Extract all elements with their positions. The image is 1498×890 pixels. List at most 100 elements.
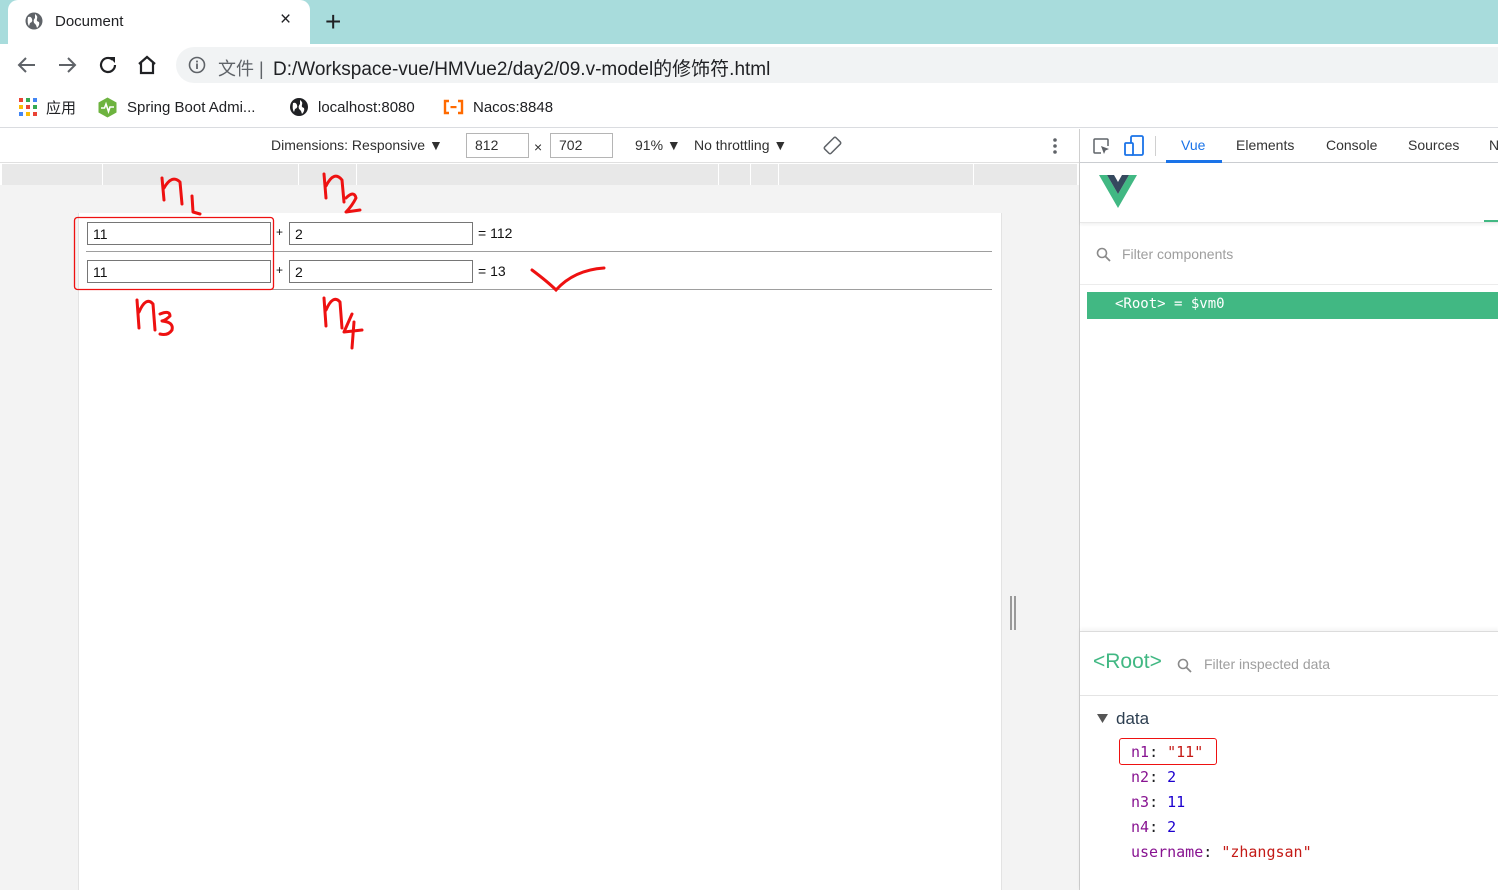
collapse-triangle-icon[interactable]: [1097, 714, 1108, 723]
zoom-select[interactable]: 91% ▼: [635, 137, 681, 153]
close-tab-icon[interactable]: ×: [280, 9, 291, 31]
bookmark-label: 应用: [46, 99, 77, 117]
tab-title: Document: [55, 13, 124, 30]
info-icon[interactable]: [188, 56, 206, 74]
property-key: n4: [1131, 818, 1150, 836]
sum-row: + = 112: [86, 214, 992, 252]
property-value-number[interactable]: 11: [1167, 793, 1185, 811]
property-value-number[interactable]: 2: [1167, 818, 1176, 836]
filter-components-placeholder: Filter components: [1122, 246, 1234, 262]
property-key: n1: [1131, 743, 1150, 761]
nacos-icon: [443, 99, 464, 115]
filter-data-placeholder[interactable]: Filter inspected data: [1204, 656, 1330, 672]
property-value-string[interactable]: "11": [1167, 743, 1203, 761]
data-property-n4[interactable]: n4: 2: [1131, 818, 1176, 836]
property-colon: :: [1149, 818, 1168, 836]
ruler-divider: [102, 164, 103, 185]
ruler-divider: [750, 164, 751, 185]
dimension-times: ×: [534, 139, 543, 155]
data-property-username[interactable]: username: "zhangsan": [1131, 843, 1312, 861]
new-tab-button[interactable]: +: [325, 6, 341, 38]
back-arrow-icon[interactable]: [15, 53, 39, 77]
n1-input[interactable]: [87, 222, 271, 245]
property-colon: :: [1149, 768, 1168, 786]
address-bar[interactable]: 文件 | D:/Workspace-vue/HMVue2/day2/09.v-m…: [176, 47, 1498, 83]
spring-boot-admin-icon: [98, 97, 117, 117]
ruler-divider: [298, 164, 299, 185]
component-inspector: <Root> Filter inspected data data n1: "1…: [1080, 631, 1498, 890]
vue-logo-icon: [1099, 175, 1137, 208]
reload-icon[interactable]: [96, 53, 120, 77]
search-icon: [1096, 247, 1111, 262]
inspector-root-name: <Root>: [1093, 650, 1162, 673]
home-icon[interactable]: [135, 53, 159, 77]
bookmark-label: Spring Boot Admi...: [127, 98, 256, 116]
vue-nav-accent: [1484, 220, 1498, 222]
devtools-tabbar: Vue Elements Console Sources N: [1080, 129, 1498, 163]
component-tree-root[interactable]: <Root> = $vm0: [1087, 292, 1498, 319]
rotate-icon[interactable]: [823, 136, 842, 155]
bookmark-apps[interactable]: 应用: [19, 97, 76, 117]
bookmarks-bar: 应用 Spring Boot Admi... localhost:8080 Na…: [0, 86, 1498, 128]
address-url[interactable]: D:/Workspace-vue/HMVue2/day2/09.v-model的…: [273, 54, 770, 81]
page-gutter: [1002, 213, 1026, 890]
throttling-select[interactable]: No throttling ▼: [694, 137, 787, 153]
property-colon: :: [1149, 793, 1168, 811]
apps-grid-icon: [19, 98, 37, 116]
n3-input[interactable]: [87, 260, 271, 283]
media-query-ruler[interactable]: [2, 164, 1077, 185]
more-options-icon[interactable]: [1052, 137, 1058, 155]
tab-vue[interactable]: Vue: [1181, 137, 1205, 153]
bookmark-spring-boot-admin[interactable]: Spring Boot Admi...: [97, 97, 255, 117]
dimensions-select[interactable]: Dimensions: Responsive ▼: [271, 137, 443, 153]
globe-icon: [290, 98, 308, 116]
n4-input[interactable]: [289, 260, 473, 283]
tab-console[interactable]: Console: [1326, 137, 1377, 153]
device-toggle-icon[interactable]: [1124, 135, 1144, 157]
bookmark-label: Nacos:8848: [473, 98, 554, 116]
plus-sign: +: [276, 225, 284, 239]
toolbar-divider: [1155, 136, 1156, 156]
data-property-n3[interactable]: n3: 11: [1131, 793, 1185, 811]
sum-result: = 112: [478, 225, 513, 241]
bookmark-nacos[interactable]: Nacos:8848: [443, 97, 553, 117]
forward-arrow-icon[interactable]: [55, 53, 79, 77]
data-section-label[interactable]: data: [1116, 709, 1149, 729]
device-toolbar: Dimensions: Responsive ▼ 812 × 702 91% ▼…: [0, 129, 1079, 163]
tab-elements[interactable]: Elements: [1236, 137, 1294, 153]
inspect-element-icon[interactable]: [1092, 137, 1111, 156]
ruler-divider: [718, 164, 719, 185]
property-value-string[interactable]: "zhangsan": [1221, 843, 1311, 861]
viewport-width-input[interactable]: 812: [466, 133, 529, 158]
tab-sources[interactable]: Sources: [1408, 137, 1459, 153]
address-scheme: 文件 |: [218, 59, 264, 79]
viewport-resize-handle[interactable]: [1010, 596, 1016, 630]
viewport-height-input[interactable]: 702: [550, 133, 613, 158]
data-property-n2[interactable]: n2: 2: [1131, 768, 1176, 786]
tab-more[interactable]: N: [1489, 137, 1498, 153]
tab-strip: Document × +: [0, 0, 1498, 44]
search-icon: [1177, 658, 1192, 673]
property-key: n2: [1131, 768, 1150, 786]
property-key: n3: [1131, 793, 1150, 811]
n2-input[interactable]: [289, 222, 473, 245]
globe-icon: [25, 12, 43, 30]
inspector-header: <Root> Filter inspected data: [1080, 632, 1498, 696]
browser-toolbar: 文件 | D:/Workspace-vue/HMVue2/day2/09.v-m…: [0, 44, 1498, 86]
root-component-label: <Root> = $vm0: [1115, 296, 1225, 312]
data-property-n1[interactable]: n1: "11": [1131, 743, 1203, 761]
sum-row: + = 13: [86, 252, 992, 290]
property-colon: :: [1149, 743, 1168, 761]
ruler-divider: [778, 164, 779, 185]
property-key: username: [1131, 843, 1204, 861]
devtools-panel: Vue Elements Console Sources N Filter co…: [1079, 129, 1498, 890]
browser-tab[interactable]: Document ×: [8, 0, 310, 44]
filter-components-field[interactable]: Filter components: [1080, 237, 1498, 285]
sum-result: = 13: [478, 263, 506, 279]
property-value-number[interactable]: 2: [1167, 768, 1176, 786]
bookmark-localhost[interactable]: localhost:8080: [289, 97, 415, 117]
vue-devtools-header: [1080, 163, 1498, 223]
emulated-page: [78, 213, 1002, 890]
ruler-divider: [973, 164, 974, 185]
plus-sign: +: [276, 263, 284, 277]
